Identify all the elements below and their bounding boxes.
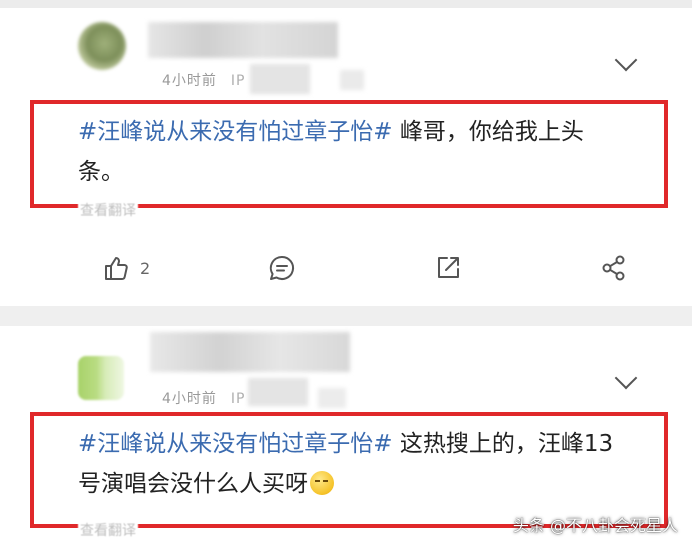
timestamp: 4小时前 [162,73,217,89]
comment-meta: 4小时前 IP [162,70,246,90]
blurred-extra [340,70,364,90]
blurred-username [148,22,338,58]
blurred-ip-location [248,378,308,406]
comment-card-1: 4小时前 IP #汪峰说从来没有怕过章子怡# 峰哥，你给我上头条。 查看翻译 2 [0,8,692,306]
highlighted-comment-text: #汪峰说从来没有怕过章子怡# 峰哥，你给我上头条。 [30,100,668,208]
blurred-username [150,332,350,372]
chevron-down-icon[interactable] [614,48,638,72]
translate-link[interactable]: 查看翻译 [78,520,138,540]
like-count: 2 [140,258,151,278]
highlighted-comment-text: #汪峰说从来没有怕过章子怡# 这热搜上的，汪峰13号演唱会没什么人买呀 [30,412,668,528]
top-divider [0,0,692,8]
hashtag-link[interactable]: #汪峰说从来没有怕过章子怡# [78,119,393,145]
like-button[interactable]: 2 [102,254,150,282]
hashtag-link[interactable]: #汪峰说从来没有怕过章子怡# [78,431,393,457]
watermark: 头条 @不八卦会死星人 [512,516,678,535]
repost-icon [438,257,459,278]
repost-button[interactable] [434,254,462,282]
comment-icon [269,255,294,280]
blurred-extra [318,388,346,408]
ip-label: IP [230,391,246,407]
action-bar: 2 [0,248,692,288]
translate-link[interactable]: 查看翻译 [78,200,138,220]
blurred-ip-location [250,64,310,94]
chevron-down-icon[interactable] [614,366,638,390]
avatar[interactable] [78,22,126,70]
reply-button[interactable] [268,254,296,282]
thumbs-up-icon [105,257,128,280]
section-divider [0,306,692,326]
ip-label: IP [230,73,246,89]
share-button[interactable] [600,254,628,282]
comment-meta: 4小时前 IP [162,388,246,408]
timestamp: 4小时前 [162,391,217,407]
grimace-emoji-icon [310,471,334,495]
share-icon [602,255,625,281]
avatar[interactable] [78,356,124,400]
